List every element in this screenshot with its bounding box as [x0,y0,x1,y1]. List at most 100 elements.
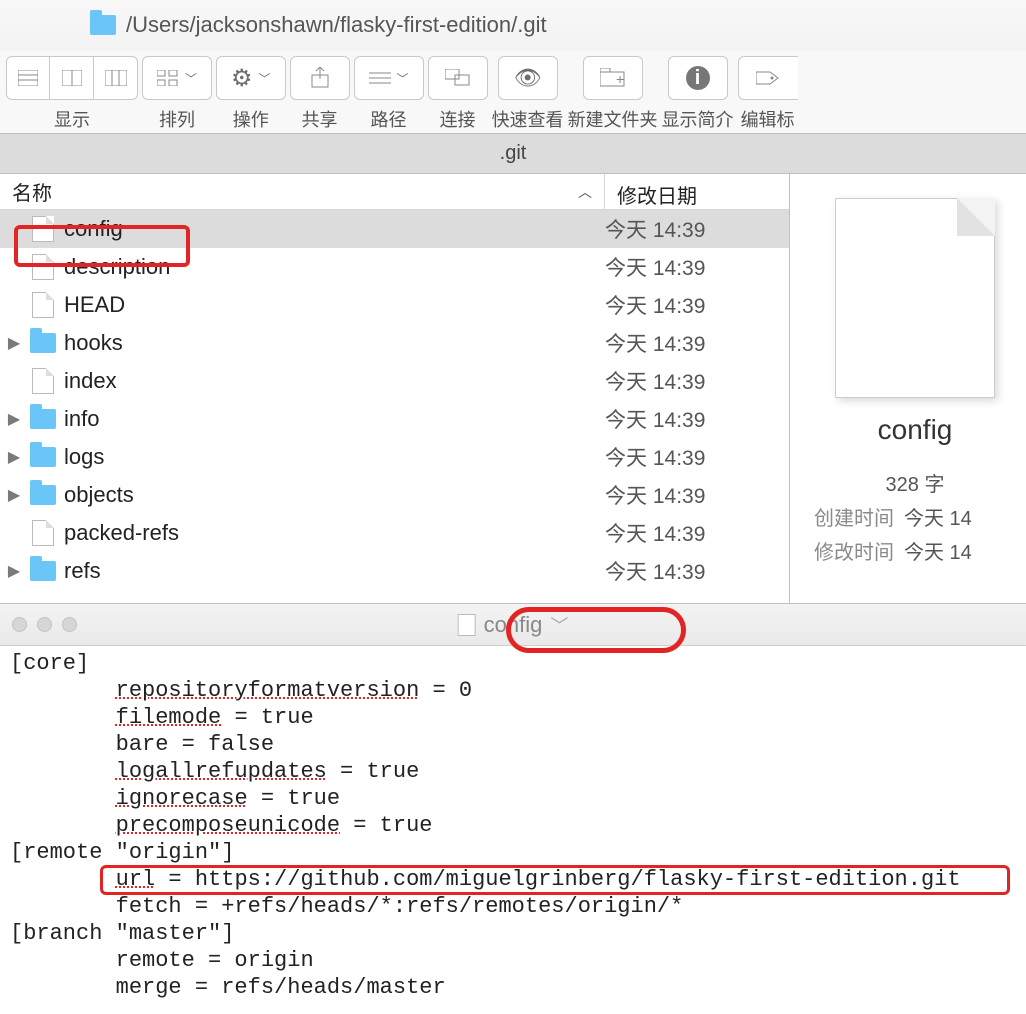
file-name: packed-refs [58,520,605,546]
editor-title-text: config [484,612,543,638]
view-list-button[interactable] [50,56,94,100]
file-name: config [58,216,605,242]
file-row[interactable]: HEAD今天 14:39 [0,286,789,324]
editor-line: precomposeunicode = true [10,812,1016,839]
toolbar-quicklook-group: 👁 快速查看 [492,50,564,132]
toolbar-info-group: i 显示简介 [662,50,734,132]
file-name: objects [58,482,605,508]
column-headers: 名称 ︿ 修改日期 [0,174,789,210]
editor-line: remote = origin [10,947,1016,974]
folder-icon [28,409,58,429]
editor-line: ignorecase = true [10,785,1016,812]
toolbar-share-label: 共享 [302,106,338,132]
file-modified: 今天 14:39 [605,328,789,358]
disclosure-triangle-icon[interactable]: ▶ [0,409,28,429]
file-modified: 今天 14:39 [605,404,789,434]
path-button[interactable]: ﹀ [354,56,424,100]
file-row[interactable]: ▶logs今天 14:39 [0,438,789,476]
disclosure-triangle-icon[interactable]: ▶ [0,485,28,505]
preview-created-value: 今天 14 [904,508,972,530]
editor-title[interactable]: config ﹀ [458,612,569,638]
toolbar-tags-group: 编辑标 [738,50,798,132]
toolbar-path-label: 路径 [371,106,407,132]
action-button[interactable]: ⚙﹀ [216,56,286,100]
toolbar-share-group: 共享 [290,50,350,132]
disclosure-triangle-icon[interactable]: ▶ [0,561,28,581]
chevron-down-icon: ﹀ [185,70,197,87]
file-row[interactable]: ▶ objects今天 14:39 [0,476,789,514]
file-row[interactable]: ▶refs今天 14:39 [0,552,789,590]
connect-icon [445,69,471,87]
share-button[interactable] [290,56,350,100]
tab-title[interactable]: .git [500,142,527,165]
quicklook-button[interactable]: 👁 [498,56,558,100]
file-modified: 今天 14:39 [605,480,789,510]
toolbar-view-group: 显示 [6,50,138,132]
toolbar-info-label: 显示简介 [662,106,734,132]
file-name: description [58,254,605,280]
preview-filename: config [804,414,1026,446]
file-row[interactable]: ▶ info今天 14:39 [0,400,789,438]
file-row[interactable]: description今天 14:39 [0,248,789,286]
file-row[interactable]: config今天 14:39 [0,210,789,248]
preview-thumbnail [835,198,995,398]
window-path: /Users/jacksonshawn/flasky-first-edition… [126,12,547,38]
file-modified: 今天 14:39 [605,366,789,396]
file-icon [28,292,58,318]
column-modified[interactable]: 修改日期 [605,174,789,209]
toolbar-newfolder-group: + 新建文件夹 [568,50,658,132]
file-row[interactable]: packed-refs今天 14:39 [0,514,789,552]
file-name: refs [58,558,605,584]
column-modified-label: 修改日期 [617,186,697,208]
view-column-button[interactable] [94,56,138,100]
editor-line: filemode = true [10,704,1016,731]
gear-icon: ⚙ [231,64,253,93]
sort-indicator-icon: ︿ [578,182,592,202]
file-name: info [58,406,605,432]
file-row[interactable]: index今天 14:39 [0,362,789,400]
file-modified: 今天 14:39 [605,290,789,320]
toolbar-arrange-group: ﹀ 排列 [142,50,212,132]
newfolder-button[interactable]: + [583,56,643,100]
tab-bar: .git [0,134,1026,174]
window-titlebar: /Users/jacksonshawn/flasky-first-edition… [0,0,1026,50]
file-list-pane: 名称 ︿ 修改日期 config今天 14:39description今天 14… [0,174,790,603]
file-icon [28,254,58,280]
path-icon [369,70,391,86]
column-name[interactable]: 名称 ︿ [0,174,605,209]
preview-modified-value: 今天 14 [904,542,972,564]
tag-icon [756,68,780,88]
window-controls [0,617,77,632]
file-icon [28,520,58,546]
close-window-button[interactable] [12,617,27,632]
chevron-down-icon: ﹀ [259,70,271,87]
editor-line: merge = refs/heads/master [10,974,1016,1001]
toolbar-newfolder-label: 新建文件夹 [568,106,658,132]
preview-pane: config 328 字 创建时间今天 14 修改时间今天 14 [790,174,1026,603]
tags-button[interactable] [738,56,798,100]
connect-button[interactable] [428,56,488,100]
toolbar: 显示 ﹀ 排列 ⚙﹀ 操作 共享 ﹀ 路径 连接 👁 快速查看 + 新建 [0,50,1026,134]
minimize-window-button[interactable] [37,617,52,632]
disclosure-triangle-icon[interactable]: ▶ [0,333,28,353]
view-icon-button[interactable] [6,56,50,100]
disclosure-triangle-icon[interactable]: ▶ [0,447,28,467]
zoom-window-button[interactable] [62,617,77,632]
file-name: HEAD [58,292,605,318]
editor-line: repositoryformatversion = 0 [10,677,1016,704]
info-button[interactable]: i [668,56,728,100]
toolbar-connect-label: 连接 [440,106,476,132]
file-row[interactable]: ▶hooks今天 14:39 [0,324,789,362]
chevron-down-icon: ﹀ [397,70,409,87]
file-modified: 今天 14:39 [605,518,789,548]
file-name: logs [58,444,605,470]
folder-icon [28,447,58,467]
preview-size: 328 字 [804,468,1026,502]
toolbar-connect-group: 连接 [428,50,488,132]
editor-body[interactable]: [core] repositoryformatversion = 0 filem… [0,646,1026,1005]
file-name: index [58,368,605,394]
folder-icon [28,333,58,353]
toolbar-path-group: ﹀ 路径 [354,50,424,132]
editor-line: url = https://github.com/miguelgrinberg/… [10,866,1016,893]
arrange-button[interactable]: ﹀ [142,56,212,100]
